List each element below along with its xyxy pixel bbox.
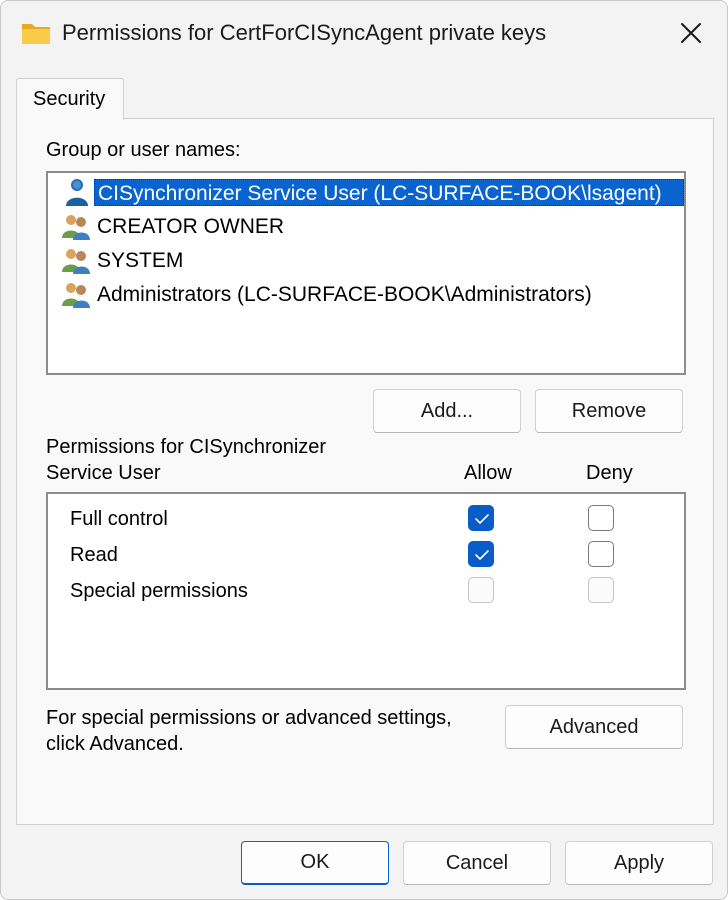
user-list-item-label: Administrators (LC-SURFACE-BOOK\Administ… — [97, 283, 592, 306]
ok-button[interactable]: OK — [241, 841, 389, 885]
permission-row: Full control — [48, 505, 684, 537]
user-list-item-label: SYSTEM — [97, 249, 184, 272]
group-or-user-names-label: Group or user names: — [46, 139, 241, 161]
user-icon — [66, 179, 88, 206]
permission-name: Read — [70, 544, 118, 566]
user-list-item-label: CISynchronizer Service User (LC-SURFACE-… — [94, 179, 684, 206]
deny-checkbox[interactable] — [588, 541, 614, 567]
allow-column-header: Allow — [464, 462, 512, 484]
allow-checkbox[interactable] — [468, 505, 494, 531]
window-title: Permissions for CertForCISyncAgent priva… — [62, 20, 547, 45]
close-icon — [681, 23, 701, 43]
deny-checkbox[interactable] — [588, 505, 614, 531]
advanced-button[interactable]: Advanced — [505, 705, 683, 749]
cancel-button[interactable]: Cancel — [403, 841, 551, 885]
tab-security[interactable]: Security — [16, 78, 124, 120]
title-bar: Permissions for CertForCISyncAgent priva… — [1, 1, 727, 67]
allow-checkbox[interactable] — [468, 541, 494, 567]
permissions-for-label-line2: Service User — [46, 462, 161, 484]
permission-name: Special permissions — [70, 580, 248, 602]
checkmark-icon — [475, 550, 489, 560]
folder-icon — [22, 24, 50, 44]
checkmark-icon — [475, 514, 489, 524]
group-icon — [62, 249, 90, 274]
close-button[interactable] — [663, 9, 719, 57]
user-list-item[interactable]: Administrators (LC-SURFACE-BOOK\Administ… — [56, 277, 682, 311]
permissions-for-label-line1: Permissions for CISynchronizer — [46, 436, 327, 458]
user-list-item-label: CREATOR OWNER — [97, 215, 285, 238]
add-button[interactable]: Add... — [373, 389, 521, 433]
user-listbox[interactable]: CISynchronizer Service User (LC-SURFACE-… — [46, 171, 686, 375]
advanced-hint-line2: click Advanced. — [46, 733, 184, 755]
advanced-hint-line1: For special permissions or advanced sett… — [46, 707, 452, 729]
permission-row: Special permissions — [48, 577, 684, 609]
group-icon — [62, 215, 90, 240]
user-list-item[interactable]: CISynchronizer Service User (LC-SURFACE-… — [56, 175, 684, 209]
deny-column-header: Deny — [586, 462, 633, 484]
user-list-item[interactable]: CREATOR OWNER — [56, 209, 682, 243]
remove-button[interactable]: Remove — [535, 389, 683, 433]
apply-button[interactable]: Apply — [565, 841, 713, 885]
user-list-item[interactable]: SYSTEM — [56, 243, 682, 277]
permissions-list: Full control Read Special permissions — [46, 492, 686, 690]
tab-security-label: Security — [33, 88, 106, 110]
permission-row: Read — [48, 541, 684, 573]
deny-checkbox — [588, 577, 614, 603]
allow-checkbox — [468, 577, 494, 603]
permission-name: Full control — [70, 508, 168, 530]
permissions-dialog: Permissions for CertForCISyncAgent priva… — [0, 0, 728, 900]
group-icon — [62, 283, 90, 308]
